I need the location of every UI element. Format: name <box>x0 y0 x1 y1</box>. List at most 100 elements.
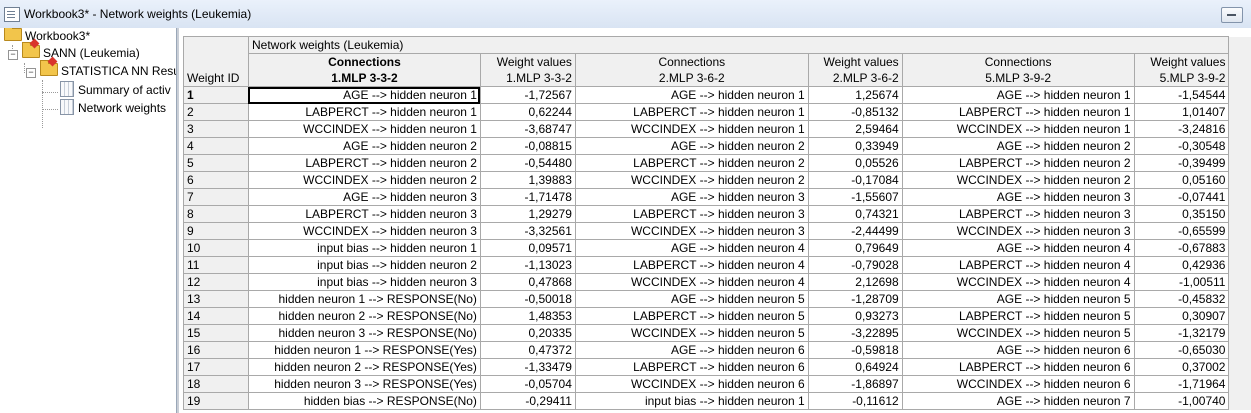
connection-cell[interactable]: hidden neuron 3 --> RESPONSE(No) <box>247 324 481 342</box>
weight-value-cell[interactable]: 0,64924 <box>807 358 903 376</box>
row-header[interactable]: 2 <box>183 103 249 121</box>
collapse-toggle-nn-results[interactable]: − <box>26 68 36 78</box>
connection-cell[interactable]: AGE --> hidden neuron 3 <box>247 188 481 206</box>
weight-value-cell[interactable]: 0,33949 <box>807 137 903 155</box>
weight-value-cell[interactable]: 2,12698 <box>807 273 903 291</box>
row-header[interactable]: 11 <box>183 256 249 274</box>
weight-value-cell[interactable]: 1,01407 <box>1133 103 1230 121</box>
connection-cell[interactable]: hidden neuron 1 --> RESPONSE(No) <box>247 290 481 308</box>
connection-cell[interactable]: LABPERCT --> hidden neuron 5 <box>901 307 1135 325</box>
weight-value-cell[interactable]: 0,37002 <box>1133 358 1230 376</box>
connection-cell[interactable]: AGE --> hidden neuron 5 <box>574 290 809 308</box>
connection-cell[interactable]: hidden neuron 2 --> RESPONSE(No) <box>247 307 481 325</box>
connection-cell[interactable]: hidden neuron 3 --> RESPONSE(Yes) <box>247 375 481 393</box>
weight-value-cell[interactable]: 0,35150 <box>1133 205 1230 223</box>
collapse-toggle-sann[interactable]: − <box>8 50 18 60</box>
connection-cell[interactable]: input bias --> hidden neuron 2 <box>247 256 481 274</box>
weight-value-cell[interactable]: -0,59818 <box>807 341 903 359</box>
weight-value-cell[interactable]: -1,28709 <box>807 290 903 308</box>
row-header[interactable]: 8 <box>183 205 249 223</box>
weight-value-cell[interactable]: -1,72567 <box>479 86 576 104</box>
connection-cell[interactable]: LABPERCT --> hidden neuron 1 <box>574 103 809 121</box>
row-header[interactable]: 18 <box>183 375 249 393</box>
weight-value-cell[interactable]: -0,05704 <box>479 375 576 393</box>
weight-value-cell[interactable]: -1,13023 <box>479 256 576 274</box>
weight-value-cell[interactable]: 0,47868 <box>479 273 576 291</box>
connection-cell[interactable]: WCCINDEX --> hidden neuron 5 <box>574 324 809 342</box>
weight-value-cell[interactable]: -1,32179 <box>1133 324 1230 342</box>
row-header[interactable]: 5 <box>183 154 249 172</box>
weight-value-cell[interactable]: -1,86897 <box>807 375 903 393</box>
connection-cell[interactable]: WCCINDEX --> hidden neuron 2 <box>901 171 1135 189</box>
weight-value-cell[interactable]: -0,65030 <box>1133 341 1230 359</box>
row-header[interactable]: 14 <box>183 307 249 325</box>
connection-cell[interactable]: LABPERCT --> hidden neuron 2 <box>901 154 1135 172</box>
connection-cell[interactable]: hidden bias --> RESPONSE(No) <box>247 392 481 410</box>
column-header-weights-1[interactable]: Weight values 1.MLP 3-3-2 <box>479 53 576 87</box>
weight-value-cell[interactable]: -3,68747 <box>479 120 576 138</box>
weight-value-cell[interactable]: -1,55607 <box>807 188 903 206</box>
weight-value-cell[interactable]: -0,11612 <box>807 392 903 410</box>
weight-value-cell[interactable]: -0,29411 <box>479 392 576 410</box>
connection-cell[interactable]: LABPERCT --> hidden neuron 3 <box>247 205 481 223</box>
weight-value-cell[interactable]: 0,47372 <box>479 341 576 359</box>
connection-cell[interactable]: LABPERCT --> hidden neuron 2 <box>247 154 481 172</box>
weight-value-cell[interactable]: 0,05160 <box>1133 171 1230 189</box>
weight-value-cell[interactable]: -3,22895 <box>807 324 903 342</box>
connection-cell[interactable]: AGE --> hidden neuron 5 <box>901 290 1135 308</box>
weight-value-cell[interactable]: -3,24816 <box>1133 120 1230 138</box>
row-header[interactable]: 3 <box>183 120 249 138</box>
weight-value-cell[interactable]: -0,07441 <box>1133 188 1230 206</box>
tree-node-nn-results[interactable]: STATISTICA NN Resu <box>40 60 176 80</box>
row-header[interactable]: 1 <box>183 86 249 104</box>
connection-cell[interactable]: LABPERCT --> hidden neuron 2 <box>574 154 809 172</box>
column-header-weights-2[interactable]: Weight values 2.MLP 3-6-2 <box>807 53 903 87</box>
weight-value-cell[interactable]: -0,30548 <box>1133 137 1230 155</box>
connection-cell[interactable]: AGE --> hidden neuron 1 <box>574 86 809 104</box>
column-header-weights-5[interactable]: Weight values 5.MLP 3-9-2 <box>1133 53 1230 87</box>
weight-value-cell[interactable]: 0,42936 <box>1133 256 1230 274</box>
connection-cell[interactable]: WCCINDEX --> hidden neuron 1 <box>247 120 481 138</box>
connection-cell[interactable]: AGE --> hidden neuron 1 <box>901 86 1135 104</box>
connection-cell[interactable]: LABPERCT --> hidden neuron 5 <box>574 307 809 325</box>
weight-value-cell[interactable]: 1,25674 <box>807 86 903 104</box>
weight-value-cell[interactable]: -2,44499 <box>807 222 903 240</box>
weight-value-cell[interactable]: -0,50018 <box>479 290 576 308</box>
connection-cell[interactable]: WCCINDEX --> hidden neuron 1 <box>901 120 1135 138</box>
connection-cell[interactable]: AGE --> hidden neuron 4 <box>574 239 809 257</box>
row-header[interactable]: 13 <box>183 290 249 308</box>
connection-cell[interactable]: AGE --> hidden neuron 1 <box>247 86 481 104</box>
weight-value-cell[interactable]: -1,00740 <box>1133 392 1230 410</box>
connection-cell[interactable]: LABPERCT --> hidden neuron 4 <box>574 256 809 274</box>
row-header[interactable]: 17 <box>183 358 249 376</box>
row-header[interactable]: 10 <box>183 239 249 257</box>
weight-value-cell[interactable]: -0,17084 <box>807 171 903 189</box>
column-header-connections-1[interactable]: Connections 1.MLP 3-3-2 <box>247 53 481 87</box>
connection-cell[interactable]: AGE --> hidden neuron 7 <box>901 392 1135 410</box>
weight-value-cell[interactable]: 2,59464 <box>807 120 903 138</box>
weight-value-cell[interactable]: 0,20335 <box>479 324 576 342</box>
row-header[interactable]: 16 <box>183 341 249 359</box>
row-header[interactable]: 7 <box>183 188 249 206</box>
connection-cell[interactable]: LABPERCT --> hidden neuron 3 <box>901 205 1135 223</box>
weight-value-cell[interactable]: 0,62244 <box>479 103 576 121</box>
weight-value-cell[interactable]: 0,30907 <box>1133 307 1230 325</box>
connection-cell[interactable]: WCCINDEX --> hidden neuron 3 <box>901 222 1135 240</box>
connection-cell[interactable]: WCCINDEX --> hidden neuron 2 <box>247 171 481 189</box>
connection-cell[interactable]: hidden neuron 1 --> RESPONSE(Yes) <box>247 341 481 359</box>
weight-value-cell[interactable]: 1,48353 <box>479 307 576 325</box>
row-header[interactable]: 6 <box>183 171 249 189</box>
connection-cell[interactable]: LABPERCT --> hidden neuron 4 <box>901 256 1135 274</box>
connection-cell[interactable]: AGE --> hidden neuron 6 <box>574 341 809 359</box>
connection-cell[interactable]: AGE --> hidden neuron 2 <box>574 137 809 155</box>
weight-value-cell[interactable]: -1,71964 <box>1133 375 1230 393</box>
weight-value-cell[interactable]: 1,29279 <box>479 205 576 223</box>
connection-cell[interactable]: WCCINDEX --> hidden neuron 3 <box>247 222 481 240</box>
row-header[interactable]: 19 <box>183 392 249 410</box>
connection-cell[interactable]: AGE --> hidden neuron 3 <box>901 188 1135 206</box>
connection-cell[interactable]: WCCINDEX --> hidden neuron 6 <box>574 375 809 393</box>
weight-value-cell[interactable]: -0,08815 <box>479 137 576 155</box>
weight-value-cell[interactable]: -0,65599 <box>1133 222 1230 240</box>
connection-cell[interactable]: input bias --> hidden neuron 3 <box>247 273 481 291</box>
weight-value-cell[interactable]: -0,39499 <box>1133 154 1230 172</box>
